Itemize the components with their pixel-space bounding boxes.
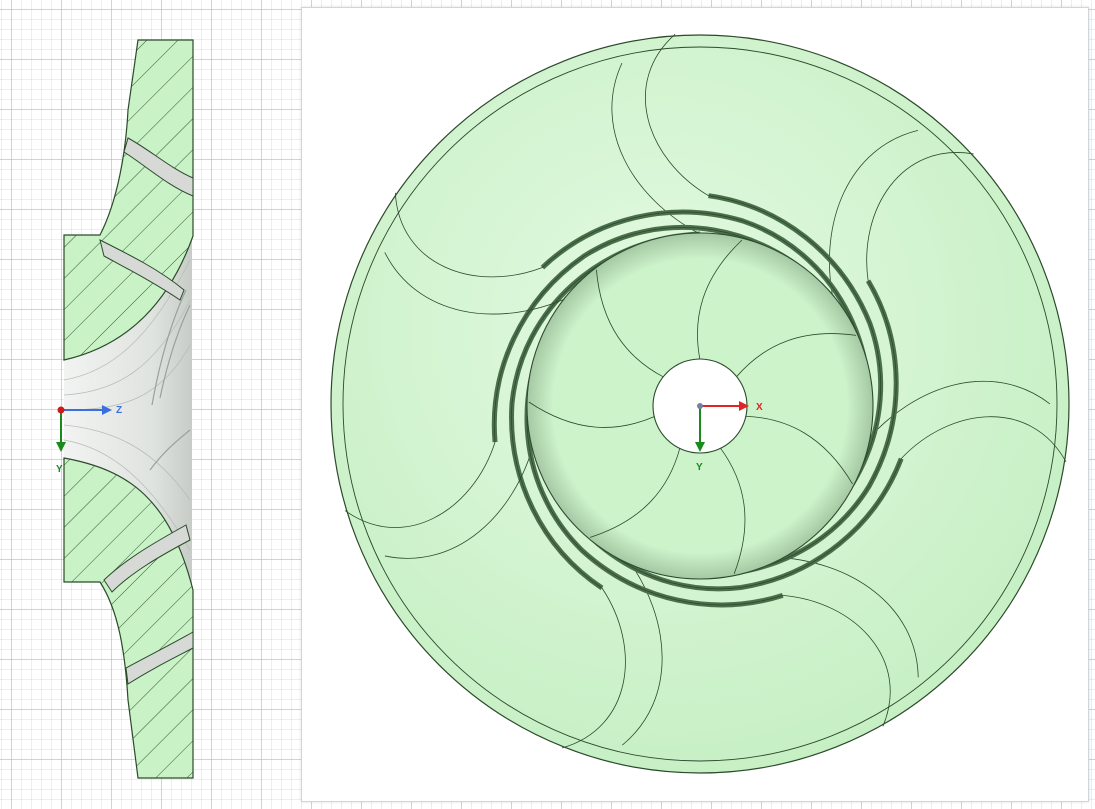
impeller-section-view[interactable]: Z Y (0, 0, 300, 809)
z-axis-label: Z (116, 405, 122, 416)
origin-marker (57, 406, 65, 414)
x-axis-label: X (756, 402, 763, 413)
y-axis-label-left: Y (56, 464, 63, 475)
y-axis-label-right: Y (696, 462, 703, 473)
front-view-panel[interactable]: X Y (301, 7, 1089, 802)
viewport-stage: Z Y X Y (0, 0, 1095, 809)
impeller-front-view[interactable]: X Y (302, 8, 1088, 801)
origin-marker-right (697, 403, 703, 409)
